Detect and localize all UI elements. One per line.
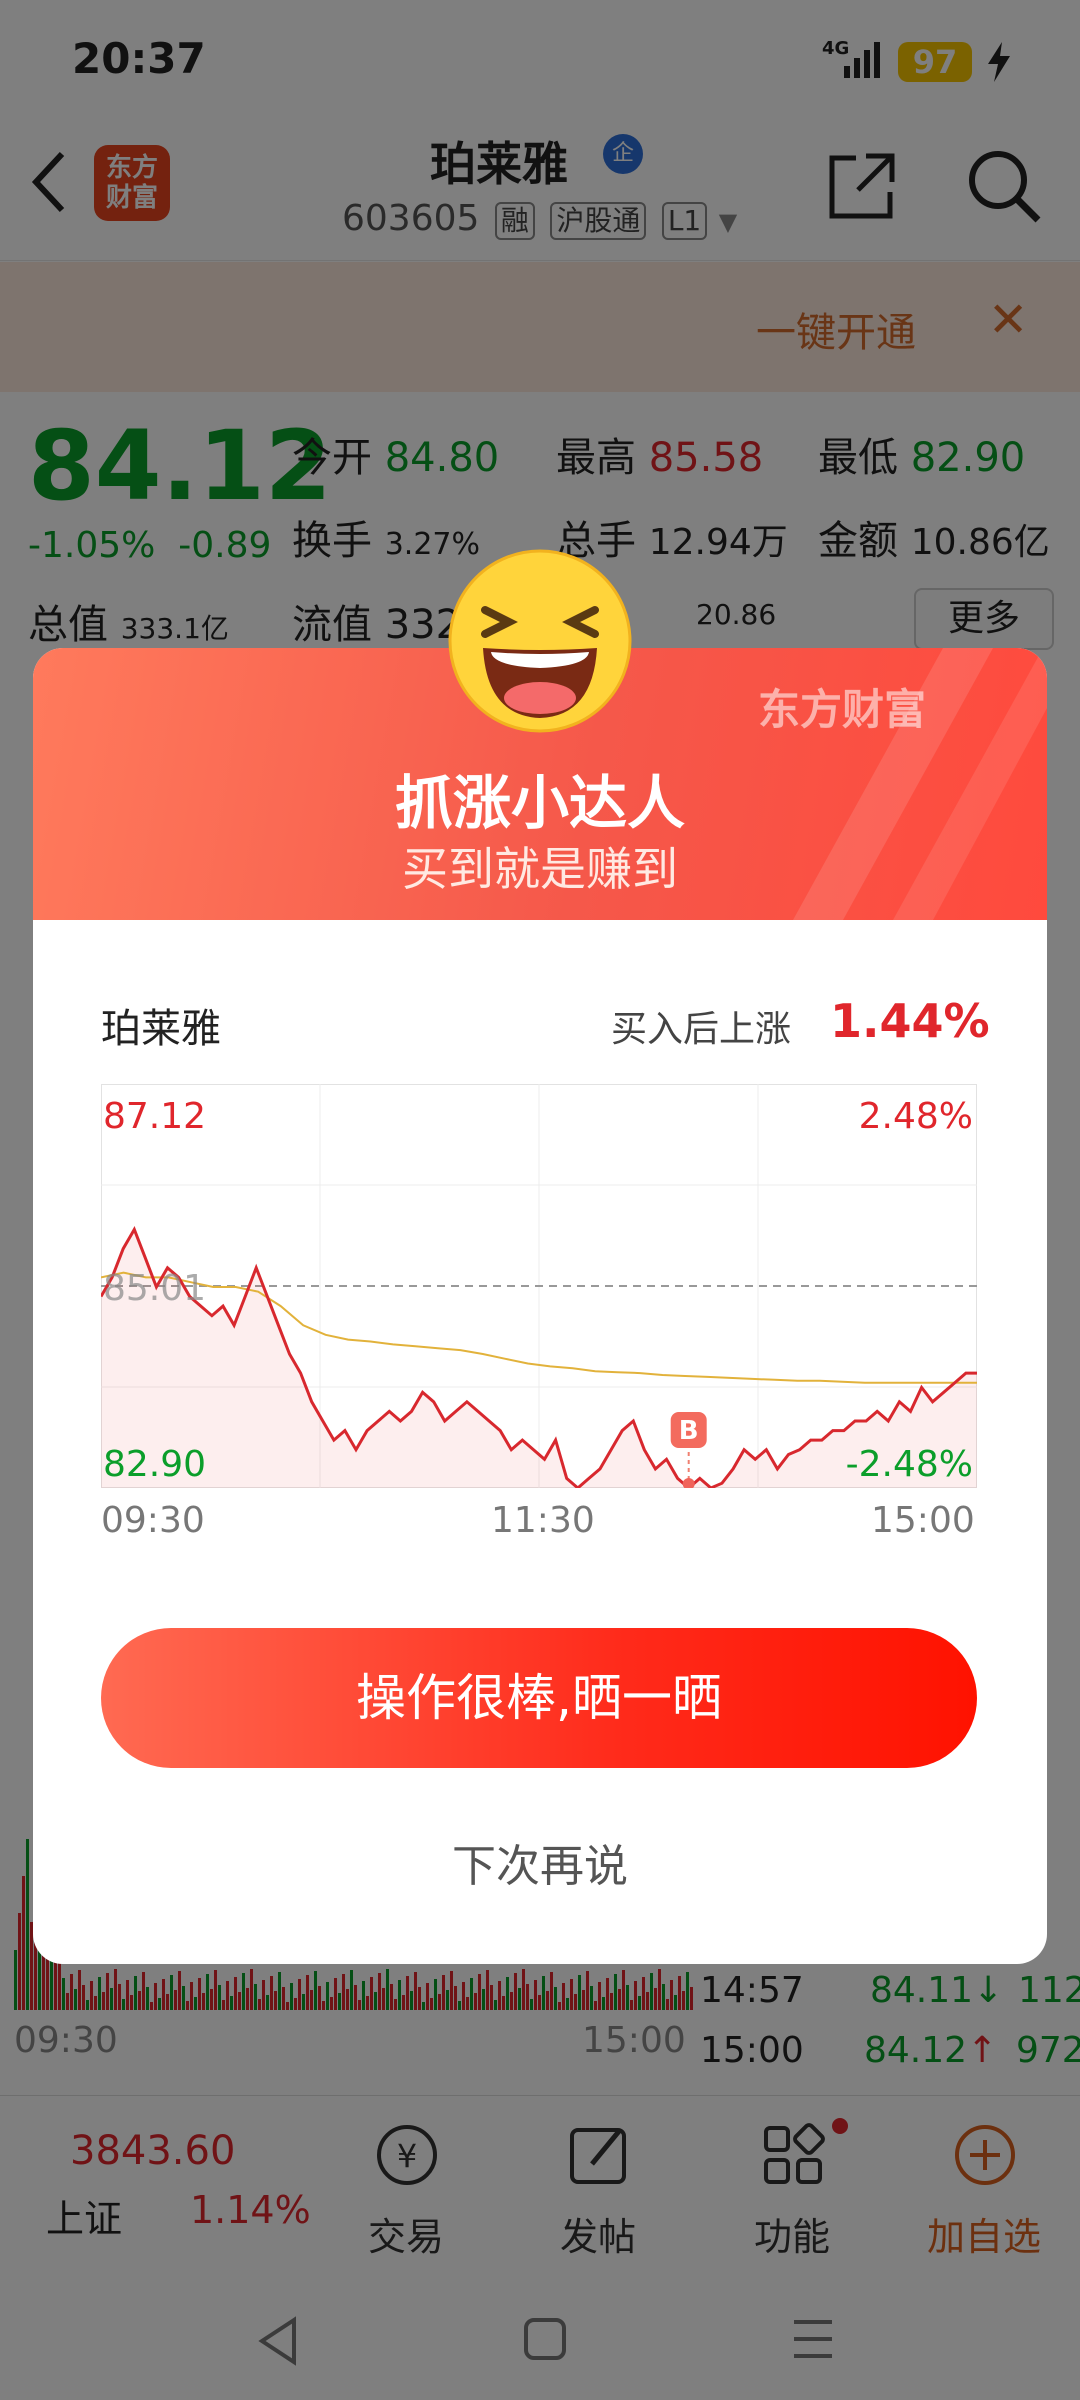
intraday-chart: B 87.12 2.48% 85.01 82.90 -2.48% <box>101 1084 977 1488</box>
achievement-modal: 东方财富 抓涨小达人 买到就是赚到 珀莱雅 买入后上涨 1.44% B 87.1… <box>33 648 1047 1964</box>
brand-watermark: 东方财富 <box>758 685 927 734</box>
share-button[interactable]: 操作很棒,晒一晒 <box>101 1628 977 1768</box>
y-max-label: 87.12 <box>103 1096 206 1137</box>
x-label-start: 09:30 <box>101 1500 205 1541</box>
x-label-end: 15:00 <box>871 1500 975 1541</box>
y-min-label: 82.90 <box>103 1444 206 1485</box>
pct-max-label: 2.48% <box>859 1096 973 1137</box>
laughing-emoji-icon <box>448 549 632 733</box>
modal-title: 抓涨小达人 <box>394 769 685 837</box>
y-ref-label: 85.01 <box>103 1268 206 1309</box>
buy-marker-label: B <box>679 1416 699 1446</box>
modal-stock-name: 珀莱雅 <box>101 1006 221 1052</box>
rise-value: 1.44% <box>830 994 990 1048</box>
rise-label: 买入后上涨 <box>611 1009 792 1050</box>
pct-min-label: -2.48% <box>846 1444 973 1485</box>
x-label-mid: 11:30 <box>491 1500 595 1541</box>
modal-subtitle: 买到就是赚到 <box>402 842 678 896</box>
later-button[interactable]: 下次再说 <box>33 1830 1047 1894</box>
